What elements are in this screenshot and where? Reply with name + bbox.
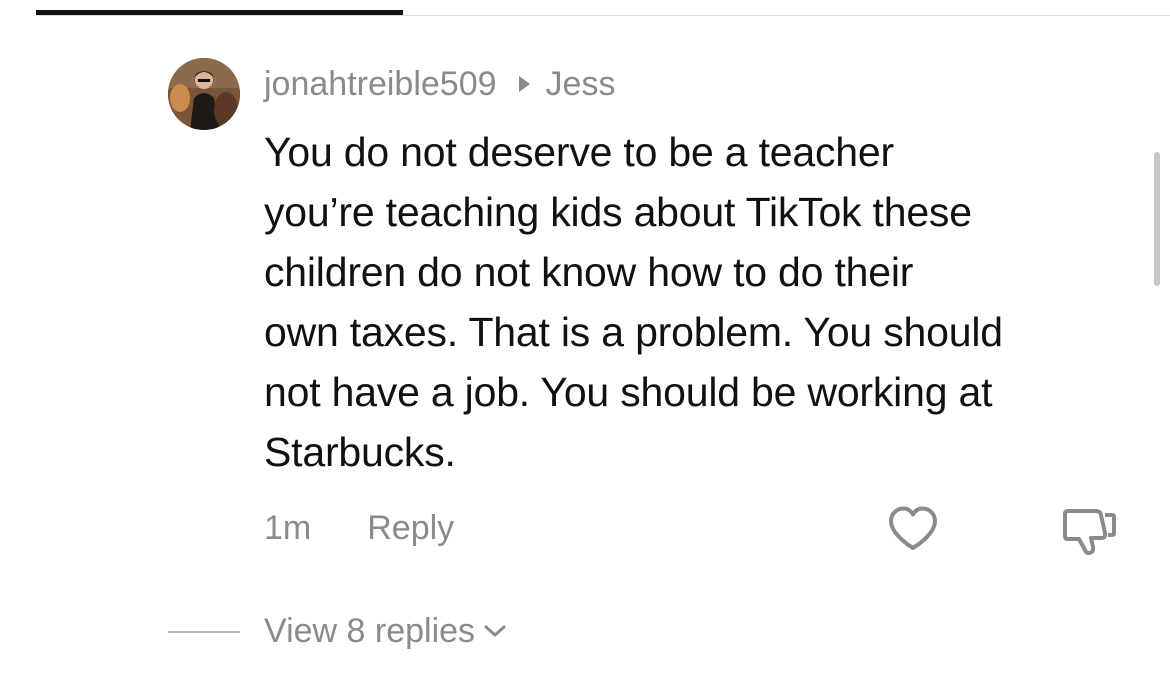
avatar-image	[168, 58, 240, 130]
replies-divider-line	[168, 631, 240, 633]
comment-text: You do not deserve to be a teacher you’r…	[264, 129, 1003, 475]
play-triangle-icon	[518, 76, 530, 92]
dislike-button[interactable]	[1060, 503, 1118, 557]
reply-button[interactable]: Reply	[367, 509, 454, 548]
avatar[interactable]	[168, 58, 240, 130]
chevron-down-icon	[484, 625, 506, 637]
like-button[interactable]	[886, 504, 940, 554]
comment-timestamp: 1m	[264, 508, 312, 547]
view-replies-button[interactable]: View 8 replies	[264, 608, 507, 654]
comment-meta: 1m Reply	[264, 504, 454, 552]
scrollbar[interactable]	[1154, 152, 1160, 286]
username[interactable]: jonahtreible509	[264, 65, 497, 104]
thumbs-down-icon	[1063, 509, 1116, 555]
comment-header: jonahtreible509 Jess	[264, 62, 615, 106]
reply-to-username[interactable]: Jess	[546, 65, 616, 104]
view-replies-label: View 8 replies	[264, 611, 476, 650]
heart-icon	[889, 506, 937, 550]
top-divider	[36, 15, 1170, 16]
